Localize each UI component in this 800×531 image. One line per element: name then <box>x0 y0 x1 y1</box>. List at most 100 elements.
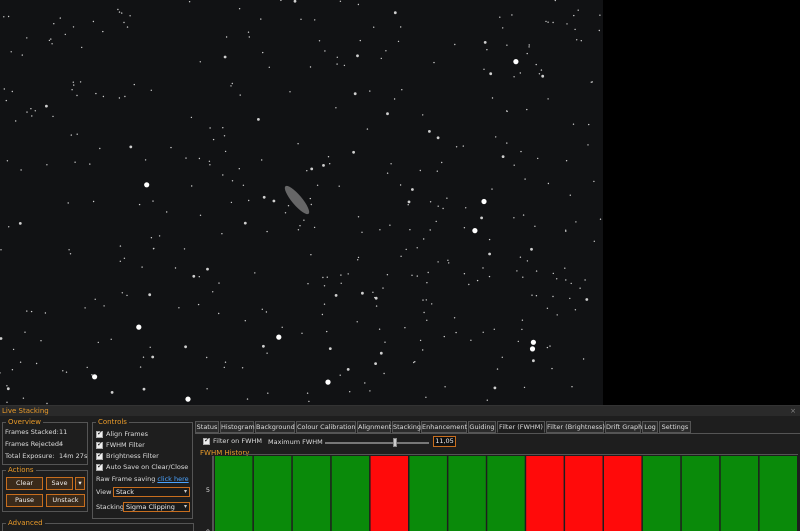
pause-button[interactable]: Pause <box>6 494 43 507</box>
tab-colour-calibration[interactable]: Colour Calibration <box>296 421 356 433</box>
accepted-frame-bar[interactable] <box>720 456 759 531</box>
star <box>346 368 350 371</box>
fwhm-filter-checkbox[interactable]: FWHM Filter <box>96 440 145 450</box>
star <box>46 402 48 405</box>
star <box>356 321 358 323</box>
star <box>517 340 519 343</box>
auto-save-checkbox[interactable]: Auto Save on Clear/Close <box>96 462 188 472</box>
star <box>493 328 495 330</box>
align-frames-checkbox[interactable]: Align Frames <box>96 429 148 439</box>
star <box>429 229 431 231</box>
star <box>513 217 515 219</box>
star <box>554 0 556 2</box>
star <box>268 66 270 69</box>
star <box>580 40 582 42</box>
raw-frame-saving-link[interactable]: click here <box>157 475 188 483</box>
star <box>144 159 147 161</box>
star <box>374 296 378 300</box>
star <box>446 197 448 199</box>
accepted-frame-bar[interactable] <box>253 456 292 531</box>
star <box>272 199 276 203</box>
view-select[interactable]: Stack ▾ <box>113 487 190 497</box>
star <box>218 282 220 284</box>
save-dropdown-button[interactable]: ▾ <box>75 477 85 490</box>
tab-stacking[interactable]: Stacking <box>392 421 421 433</box>
tab-guiding[interactable]: Guiding <box>468 421 496 433</box>
rejected-frame-bar[interactable] <box>565 456 603 531</box>
star <box>198 157 201 160</box>
star <box>462 145 464 147</box>
star <box>254 272 256 274</box>
star <box>353 92 357 96</box>
accepted-frame-bar[interactable] <box>681 456 720 531</box>
star <box>416 247 418 249</box>
star <box>158 235 161 237</box>
accepted-frame-bar[interactable] <box>292 456 331 531</box>
tab-settings[interactable]: Settings <box>659 421 691 433</box>
tab-alignment[interactable]: Alignment <box>357 421 391 433</box>
rejected-frame-bar[interactable] <box>526 456 564 531</box>
star <box>575 221 577 223</box>
tab-background[interactable]: Background <box>255 421 295 433</box>
star <box>441 161 443 164</box>
star <box>369 390 371 392</box>
star <box>266 352 268 354</box>
maximum-fwhm-input[interactable]: 11,05 <box>433 436 456 447</box>
unstack-button[interactable]: Unstack <box>46 494 85 507</box>
frames-rejected-row: Frames Rejected: 4 <box>5 440 63 448</box>
accepted-frame-bar[interactable] <box>331 456 370 531</box>
star <box>118 97 121 99</box>
filter-on-fwhm-checkbox[interactable]: Filter on FWHM <box>203 436 262 446</box>
tab-status[interactable]: Status <box>195 421 219 433</box>
tab-log[interactable]: Log <box>642 421 658 433</box>
star <box>3 16 5 18</box>
star <box>422 114 424 116</box>
stacking-label: Stacking <box>96 503 125 511</box>
star <box>26 37 28 39</box>
star <box>423 238 425 240</box>
star <box>230 85 232 87</box>
save-button[interactable]: Save <box>46 477 73 490</box>
star <box>522 276 524 278</box>
star <box>549 345 551 347</box>
star <box>572 123 575 125</box>
tab-enhancement[interactable]: Enhancement <box>421 421 467 433</box>
star <box>425 396 427 398</box>
clear-button[interactable]: Clear <box>6 477 43 490</box>
star <box>153 247 155 250</box>
star <box>577 9 579 11</box>
star <box>68 249 70 251</box>
accepted-frame-bar[interactable] <box>448 456 486 531</box>
rejected-frame-bar[interactable] <box>604 456 642 531</box>
live-stack-image[interactable] <box>0 0 800 405</box>
y-tick-label: 5 <box>206 486 210 494</box>
star <box>30 310 33 313</box>
star <box>426 282 428 284</box>
tab-filter-brightness[interactable]: Filter (Brightness) <box>546 421 605 433</box>
accepted-frame-bar[interactable] <box>215 456 253 531</box>
close-icon[interactable]: × <box>790 406 796 416</box>
star <box>97 341 100 344</box>
tab-histogram[interactable]: Histogram <box>220 421 255 433</box>
brightness-filter-checkbox[interactable]: Brightness Filter <box>96 451 159 461</box>
rejected-frame-bar[interactable] <box>370 456 408 531</box>
tab-drift-graph[interactable]: Drift Graph <box>605 421 642 433</box>
star <box>139 366 142 368</box>
star <box>322 164 325 167</box>
star <box>535 63 537 66</box>
tab-filter-fwhm[interactable]: Filter (FWHM) <box>497 421 545 433</box>
star <box>281 326 283 328</box>
accepted-frame-bar[interactable] <box>759 456 797 531</box>
accepted-frame-bar[interactable] <box>642 456 681 531</box>
accepted-frame-bar[interactable] <box>487 456 525 531</box>
accepted-frame-bar[interactable] <box>409 456 447 531</box>
slider-thumb[interactable] <box>392 438 397 447</box>
star <box>238 168 240 170</box>
star <box>199 61 201 63</box>
maximum-fwhm-slider[interactable] <box>325 442 429 444</box>
stacking-select[interactable]: Sigma Clipping ▾ <box>123 502 190 512</box>
checkbox-checked-icon <box>96 440 103 449</box>
star <box>486 49 488 51</box>
star <box>46 164 48 166</box>
star <box>437 205 439 207</box>
